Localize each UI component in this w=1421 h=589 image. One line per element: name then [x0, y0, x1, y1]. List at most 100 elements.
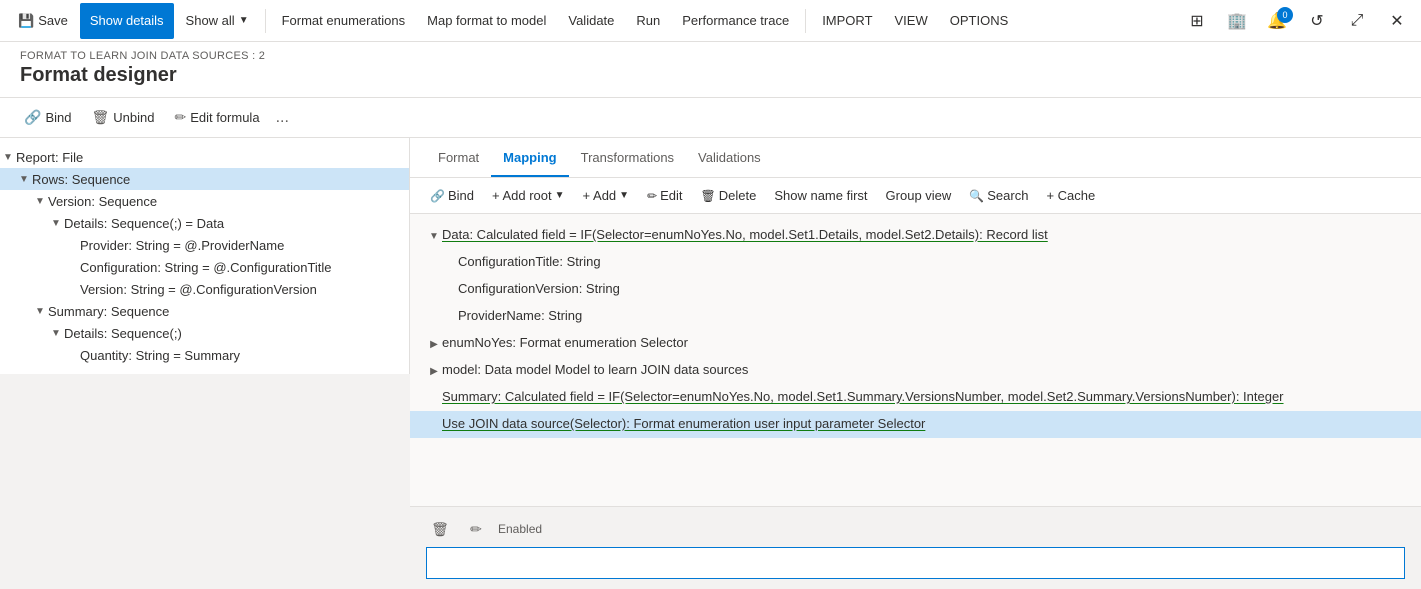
top-bar-right: ⊞ 🏢 🔔 0 ↺ ⤢ ✕: [1181, 5, 1413, 37]
data-source-item[interactable]: ▶enumNoYes: Format enumeration Selector: [410, 330, 1421, 357]
grid-icon[interactable]: ⊞: [1181, 5, 1213, 37]
office-icon[interactable]: 🏢: [1221, 5, 1253, 37]
add-button[interactable]: + Add ▼: [575, 182, 638, 210]
chevron-down-icon: ▼: [239, 15, 249, 26]
data-source-label: Data: Calculated field = IF(Selector=enu…: [442, 225, 1048, 245]
tree-item[interactable]: ▼Details: Sequence(;) = Data: [0, 212, 409, 234]
mapping-bind-label: Bind: [448, 188, 474, 203]
data-source-toggle-icon: [442, 253, 458, 273]
enabled-input[interactable]: [426, 547, 1405, 579]
tree-toggle-icon: ▼: [32, 193, 48, 209]
tree-toggle-icon: ▼: [48, 325, 64, 341]
tab-transformations[interactable]: Transformations: [569, 139, 686, 177]
show-details-label: Show details: [90, 13, 164, 28]
bottom-edit-button[interactable]: ✏: [462, 515, 490, 543]
panel-resize-handle[interactable]: [406, 138, 410, 587]
cache-label: + Cache: [1046, 188, 1095, 203]
show-name-first-button[interactable]: Show name first: [766, 182, 875, 210]
enabled-label: Enabled: [498, 522, 542, 536]
tree-item-label: Provider: String = @.ProviderName: [80, 238, 284, 253]
show-details-button[interactable]: Show details: [80, 3, 174, 39]
more-options-button[interactable]: ...: [272, 109, 293, 127]
refresh-icon[interactable]: ↺: [1301, 5, 1333, 37]
map-format-to-model-button[interactable]: Map format to model: [417, 3, 556, 39]
import-button[interactable]: IMPORT: [812, 3, 882, 39]
tree-toggle-icon: ▼: [0, 149, 16, 165]
popout-icon[interactable]: ⤢: [1341, 5, 1373, 37]
tree-item[interactable]: Configuration: String = @.ConfigurationT…: [0, 256, 409, 278]
close-icon[interactable]: ✕: [1381, 5, 1413, 37]
tabs-bar: FormatMappingTransformationsValidations: [410, 138, 1421, 178]
save-button[interactable]: 💾 Save: [8, 3, 78, 39]
edit-button[interactable]: ✏ Edit: [639, 182, 690, 210]
data-source-item[interactable]: Summary: Calculated field = IF(Selector=…: [410, 384, 1421, 411]
page-header: FORMAT TO LEARN JOIN DATA SOURCES : 2 Fo…: [0, 42, 1421, 98]
notification-icon[interactable]: 🔔 0: [1261, 5, 1293, 37]
edit-icon: ✏: [647, 189, 657, 203]
data-source-label: enumNoYes: Format enumeration Selector: [442, 333, 688, 353]
tree-toggle-icon: [64, 237, 80, 253]
tree-item[interactable]: Quantity: String = Summary: [0, 344, 409, 366]
tab-validations[interactable]: Validations: [686, 139, 773, 177]
top-bar: 💾 Save Show details Show all ▼ Format en…: [0, 0, 1421, 42]
tree-item[interactable]: ▼Report: File: [0, 146, 409, 168]
page-title: Format designer: [20, 64, 1401, 87]
tree-item[interactable]: ▼Details: Sequence(;): [0, 322, 409, 344]
run-button[interactable]: Run: [626, 3, 670, 39]
show-all-button[interactable]: Show all ▼: [176, 3, 259, 39]
data-source-item[interactable]: ProviderName: String: [410, 303, 1421, 330]
tab-format[interactable]: Format: [426, 139, 491, 177]
tree-toggle-icon: [64, 281, 80, 297]
data-source-item[interactable]: Use JOIN data source(Selector): Format e…: [410, 411, 1421, 438]
data-source-toggle-icon: ▶: [426, 361, 442, 381]
tree-item[interactable]: ▼Version: Sequence: [0, 190, 409, 212]
edit-formula-button[interactable]: ✏ Edit formula: [166, 103, 267, 133]
view-button[interactable]: VIEW: [885, 3, 938, 39]
data-source-item[interactable]: ConfigurationVersion: String: [410, 276, 1421, 303]
data-source-item[interactable]: ConfigurationTitle: String: [410, 249, 1421, 276]
format-enumerations-button[interactable]: Format enumerations: [272, 3, 416, 39]
mapping-toolbar: 🔗 Bind + Add root ▼ + Add ▼ ✏ Edit 🗑 Del…: [410, 178, 1421, 214]
save-label: Save: [38, 13, 68, 28]
options-button[interactable]: OPTIONS: [940, 3, 1019, 39]
delete-label: Delete: [719, 188, 757, 203]
run-label: Run: [636, 13, 660, 28]
data-source-item[interactable]: ▶model: Data model Model to learn JOIN d…: [410, 357, 1421, 384]
tree-item-label: Details: Sequence(;): [64, 326, 182, 341]
data-source-toggle-icon: ▶: [426, 334, 442, 354]
mapping-bind-button[interactable]: 🔗 Bind: [422, 182, 482, 210]
edit-formula-icon: ✏: [174, 109, 186, 126]
data-source-label: Use JOIN data source(Selector): Format e…: [442, 414, 925, 434]
tree-item[interactable]: ▼Rows: Sequence: [0, 168, 409, 190]
bottom-delete-button[interactable]: 🗑: [426, 515, 454, 543]
add-root-button[interactable]: + Add root ▼: [484, 182, 573, 210]
tree-item[interactable]: ▼Summary: Sequence: [0, 300, 409, 322]
main-toolbar: 🔗 Bind 🗑 Unbind ✏ Edit formula ...: [0, 98, 1421, 138]
search-button[interactable]: 🔍 Search: [961, 182, 1036, 210]
performance-trace-button[interactable]: Performance trace: [672, 3, 799, 39]
group-view-button[interactable]: Group view: [878, 182, 960, 210]
delete-button[interactable]: 🗑 Delete: [693, 182, 765, 210]
data-source-toggle-icon: [442, 280, 458, 300]
group-view-label: Group view: [886, 188, 952, 203]
validate-button[interactable]: Validate: [558, 3, 624, 39]
bind-button[interactable]: 🔗 Bind: [16, 103, 79, 133]
add-root-label: + Add root: [492, 188, 552, 203]
tab-mapping[interactable]: Mapping: [491, 139, 568, 177]
tree-item-label: Details: Sequence(;) = Data: [64, 216, 224, 231]
format-enumerations-label: Format enumerations: [282, 13, 406, 28]
tree-item[interactable]: Version: String = @.ConfigurationVersion: [0, 278, 409, 300]
tree-item-label: Report: File: [16, 150, 83, 165]
data-source-toggle-icon: ▼: [426, 226, 442, 246]
unbind-icon: 🗑: [91, 109, 109, 126]
options-label: OPTIONS: [950, 13, 1009, 28]
data-source-toggle-icon: [426, 415, 442, 435]
tree-item-label: Configuration: String = @.ConfigurationT…: [80, 260, 332, 275]
data-source-label: ProviderName: String: [458, 306, 582, 326]
unbind-button[interactable]: 🗑 Unbind: [83, 103, 162, 133]
cache-button[interactable]: + Cache: [1038, 182, 1103, 210]
data-source-label: Summary: Calculated field = IF(Selector=…: [442, 387, 1284, 407]
edit-label: Edit: [660, 188, 682, 203]
data-source-item[interactable]: ▼Data: Calculated field = IF(Selector=en…: [410, 222, 1421, 249]
tree-item[interactable]: Provider: String = @.ProviderName: [0, 234, 409, 256]
